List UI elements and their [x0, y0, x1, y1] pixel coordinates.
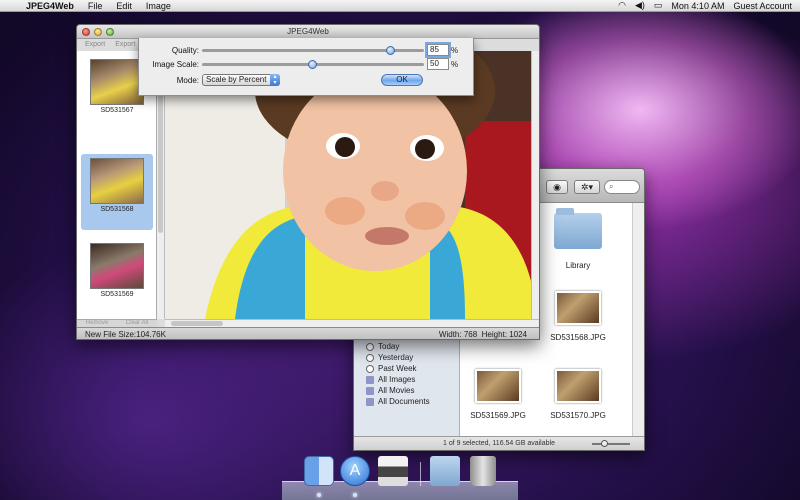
- folder-icon: [554, 208, 602, 249]
- zoom-button[interactable]: [106, 28, 114, 36]
- volume-icon[interactable]: ◀): [635, 0, 645, 11]
- image-scale-input[interactable]: 50: [427, 58, 449, 70]
- thumbnail-item[interactable]: SD531569: [81, 239, 153, 315]
- sidebar-item-label: All Movies: [378, 386, 415, 395]
- file-item-label: SD531568.JPG: [550, 333, 606, 342]
- thumbnail-label: SD531568: [100, 206, 134, 213]
- trash-icon[interactable]: [470, 456, 496, 486]
- minimize-button[interactable]: [94, 28, 102, 36]
- sidebar-item-label: Yesterday: [378, 353, 414, 362]
- chevron-updown-icon: ▴ ▾: [270, 74, 280, 86]
- file-item-label: Library: [565, 261, 591, 270]
- menu-edit[interactable]: Edit: [109, 0, 139, 12]
- window-title: JPEG4Web: [287, 27, 329, 36]
- finder-status-text: 1 of 9 selected, 116.54 GB available: [443, 440, 555, 447]
- image-thumbnail: [555, 291, 601, 325]
- quality-label: Quality:: [171, 46, 199, 55]
- sidebar-item-all-movies[interactable]: All Movies: [366, 386, 414, 395]
- image-dimensions: Width: 768 Height: 1024: [438, 328, 527, 339]
- menu-image[interactable]: Image: [139, 0, 178, 12]
- menu-file[interactable]: File: [81, 0, 110, 12]
- sidebar-item-label: All Images: [378, 375, 416, 384]
- quality-input[interactable]: 85: [427, 44, 449, 56]
- sidebar-item-all-images[interactable]: All Images: [366, 375, 415, 384]
- file-item-sd531570[interactable]: SD531570.JPG: [543, 369, 613, 420]
- image-thumbnail: [555, 369, 601, 403]
- sidebar-item-label: Past Week: [378, 364, 417, 373]
- export-all-button[interactable]: Export: [115, 41, 135, 48]
- app-store-icon[interactable]: A: [340, 456, 370, 486]
- finder-status-bar: 1 of 9 selected, 116.54 GB available: [354, 436, 644, 450]
- sidebar-item-label: All Documents: [378, 397, 430, 406]
- file-item-label: SD531570.JPG: [550, 411, 606, 420]
- action-button[interactable]: ✲▾: [574, 180, 600, 194]
- icon-size-slider-knob[interactable]: [601, 440, 608, 447]
- file-item-sd531568[interactable]: SD531568.JPG: [543, 291, 613, 342]
- applications-folder-icon[interactable]: [430, 456, 460, 486]
- sidebar-item-all-documents[interactable]: All Documents: [366, 397, 430, 406]
- thumbnail-image: [90, 59, 144, 105]
- ok-button[interactable]: OK: [381, 74, 423, 86]
- dock-separator: [420, 462, 421, 486]
- thumbnail-image: [90, 243, 144, 289]
- thumbnail-item-selected[interactable]: SD531568: [81, 154, 153, 230]
- quality-slider-knob[interactable]: [385, 46, 395, 55]
- file-item-sd531569[interactable]: SD531569.JPG: [463, 369, 533, 420]
- smart-folder-icon: [366, 397, 374, 406]
- close-button[interactable]: [82, 28, 90, 36]
- image-scale-slider-knob[interactable]: [308, 60, 317, 69]
- thumbnail-label: SD531567: [100, 107, 134, 114]
- finder-vertical-scrollbar[interactable]: [632, 203, 644, 436]
- window-titlebar[interactable]: JPEG4Web: [77, 25, 539, 39]
- thumbnail-image: [90, 158, 144, 204]
- mode-label: Mode:: [176, 76, 199, 85]
- image-scale-label: Image Scale:: [152, 60, 199, 69]
- menu-user[interactable]: Guest Account: [733, 1, 792, 11]
- image-scale-percent-label: %: [451, 60, 459, 69]
- sidebar-item-yesterday[interactable]: Yesterday: [366, 353, 413, 362]
- sidebar-item-past-week[interactable]: Past Week: [366, 364, 417, 373]
- clock-icon: [366, 342, 374, 351]
- scroll-knob[interactable]: [158, 73, 163, 233]
- menu-clock[interactable]: Mon 4:10 AM: [671, 1, 724, 11]
- quality-percent-label: %: [451, 46, 459, 55]
- file-item-library[interactable]: Library: [543, 208, 613, 270]
- sidebar-item-today[interactable]: Today: [366, 342, 399, 351]
- menu-app-name[interactable]: JPEG4Web: [22, 0, 81, 12]
- thumbnail-label: SD531569: [100, 291, 134, 298]
- smart-folder-icon: [366, 375, 374, 384]
- clock-icon: [366, 353, 374, 362]
- status-bar: New File Size:104.76K Width: 768 Height:…: [77, 327, 539, 339]
- new-file-size: New File Size:104.76K: [85, 330, 166, 339]
- smart-folder-icon: [366, 386, 374, 395]
- preview-vertical-scrollbar[interactable]: [531, 51, 539, 319]
- battery-icon[interactable]: ▭: [654, 0, 663, 11]
- width-value: Width: 768: [438, 330, 478, 339]
- image-thumbnail: [475, 369, 521, 403]
- export-button[interactable]: Export: [85, 41, 105, 48]
- eye-icon: ◉: [553, 182, 561, 192]
- preview-horizontal-scrollbar[interactable]: [165, 319, 539, 327]
- running-indicator: [353, 493, 357, 497]
- clock-icon: [366, 364, 374, 373]
- mode-select[interactable]: Scale by Percent ▴ ▾: [202, 74, 280, 86]
- search-input[interactable]: ⌕: [604, 180, 640, 194]
- export-settings-sheet: Quality: 85 % Image Scale: 50 % Mode: Sc…: [138, 38, 474, 96]
- quick-look-button[interactable]: ◉: [546, 180, 568, 194]
- height-value: Height: 1024: [481, 330, 527, 339]
- finder-icon[interactable]: [304, 456, 334, 486]
- search-icon: ⌕: [609, 182, 614, 191]
- printer-icon[interactable]: [378, 456, 408, 486]
- icon-size-slider[interactable]: [592, 443, 630, 445]
- scroll-knob[interactable]: [171, 321, 223, 326]
- mode-select-value: Scale by Percent: [206, 75, 267, 84]
- running-indicator: [317, 493, 321, 497]
- wifi-icon[interactable]: ◠: [618, 0, 626, 11]
- sidebar-item-label: Today: [378, 342, 400, 351]
- file-item-label: SD531569.JPG: [470, 411, 526, 420]
- menu-bar: JPEG4Web File Edit Image ◠ ◀) ▭ Mon 4:10…: [0, 0, 800, 12]
- gear-icon: ✲▾: [580, 182, 594, 192]
